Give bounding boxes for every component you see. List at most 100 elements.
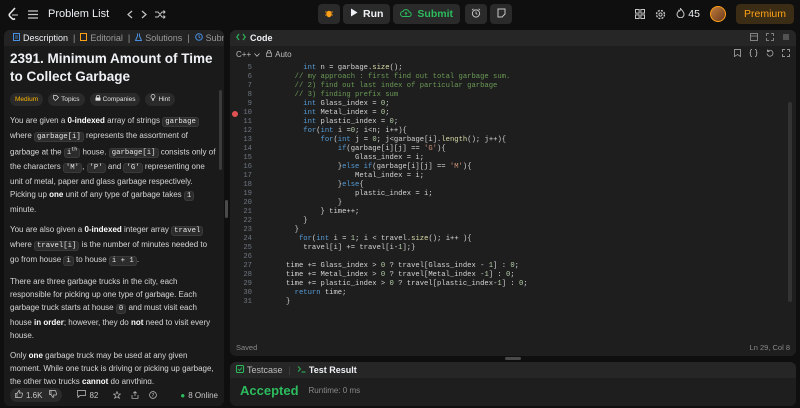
- tab-solutions[interactable]: Solutions: [130, 30, 187, 46]
- formatting-mode[interactable]: Auto: [266, 49, 292, 59]
- timer-button[interactable]: [465, 4, 488, 24]
- tab-testcase[interactable]: Testcase: [236, 365, 283, 375]
- star-icon[interactable]: [113, 391, 122, 399]
- submit-button[interactable]: Submit: [393, 4, 461, 24]
- language-select[interactable]: C++: [236, 50, 260, 59]
- code-header: Code: [230, 30, 796, 46]
- companies-button[interactable]: Companies: [89, 93, 141, 106]
- code-text: time += plastic_index > 0 ? travel[plast…: [286, 280, 528, 288]
- line-number: 31: [243, 298, 252, 306]
- code-line: 6 // my approach : first find out total …: [230, 73, 790, 82]
- save-status: Saved: [236, 342, 258, 352]
- code-tab-label[interactable]: Code: [250, 33, 273, 43]
- problem-list-link[interactable]: Problem List: [48, 8, 109, 20]
- help-icon[interactable]: ?: [149, 391, 158, 399]
- braces-format-icon[interactable]: [749, 49, 758, 59]
- code-text: travel[i] += travel[i-1];}: [286, 244, 416, 252]
- topics-button[interactable]: Topics: [48, 93, 85, 106]
- line-number: 10: [243, 109, 252, 117]
- debug-button[interactable]: [318, 4, 340, 24]
- play-icon: [350, 8, 358, 20]
- line-number: 13: [243, 136, 252, 144]
- code-text: int Glass_index = 0;: [303, 100, 390, 108]
- tab-description[interactable]: Description: [8, 30, 73, 46]
- expand-icon[interactable]: [782, 49, 790, 59]
- layout-icon[interactable]: [750, 33, 758, 43]
- maximize-icon[interactable]: [766, 33, 774, 43]
- thumbs-down-icon[interactable]: [49, 390, 58, 400]
- line-number: 9: [247, 100, 252, 108]
- line-number: 18: [243, 181, 252, 189]
- panel-resize-handle[interactable]: [505, 357, 521, 360]
- line-number: 12: [243, 127, 252, 135]
- comment-count: 82: [89, 390, 99, 400]
- run-button[interactable]: Run: [343, 4, 391, 24]
- like-button[interactable]: 1.6K: [10, 388, 63, 402]
- line-number: 28: [243, 271, 252, 279]
- streak-counter[interactable]: 45: [676, 6, 700, 21]
- code-text: if(garbage[i][j] == 'G'){: [337, 145, 446, 153]
- code-scrollbar[interactable]: [788, 102, 792, 302]
- menu-icon[interactable]: [28, 9, 38, 19]
- like-count: 1.6K: [26, 390, 43, 400]
- bookmark-icon[interactable]: [734, 49, 741, 59]
- premium-button[interactable]: Premium: [735, 4, 794, 24]
- top-bar: Problem List Run Submit 45 Premium: [0, 0, 800, 28]
- code-line: 18 }else{: [230, 181, 790, 190]
- notes-button[interactable]: [490, 4, 513, 24]
- code-text: Glass_index = i;: [286, 154, 425, 162]
- hint-button[interactable]: Hint: [145, 93, 176, 106]
- chevron-right-icon[interactable]: [141, 10, 148, 19]
- share-icon[interactable]: [131, 391, 139, 399]
- code-line: 28 time += Metal_index > 0 ? travel[Metal…: [230, 271, 790, 280]
- streak-count: 45: [688, 8, 700, 20]
- bug-icon: [324, 8, 334, 21]
- line-number: 14: [243, 145, 252, 153]
- shuffle-icon[interactable]: [155, 9, 166, 19]
- comments-button[interactable]: 82: [72, 388, 103, 402]
- tab-test-result[interactable]: Test Result: [297, 365, 357, 375]
- code-line: 12 for(int i =0; i<n; i++){: [230, 127, 790, 136]
- code-text: }: [286, 199, 343, 207]
- history-icon: [194, 33, 203, 43]
- code-line: 15 Glass_index = i;: [230, 154, 790, 163]
- chevron-left-icon[interactable]: [127, 10, 133, 19]
- code-line: 13 for(int j = 0; j<garbage[i].length();…: [230, 136, 790, 145]
- more-options-icon[interactable]: [782, 33, 790, 43]
- code-line: 14 if(garbage[i][j] == 'G'){: [230, 145, 790, 154]
- tab-label: Test Result: [308, 365, 357, 375]
- description-scrollbar[interactable]: [219, 90, 222, 170]
- settings-gear-icon[interactable]: [655, 9, 666, 20]
- code-line: 31}: [230, 298, 790, 307]
- reset-icon[interactable]: [766, 49, 774, 59]
- tab-submissions[interactable]: Submissio: [190, 30, 224, 46]
- lock-icon: [266, 49, 272, 59]
- panel-resize-handle[interactable]: [225, 200, 228, 218]
- tab-label: Editorial: [90, 33, 123, 43]
- code-text: int Metal_index = 0;: [303, 109, 390, 117]
- hint-label: Hint: [158, 96, 171, 103]
- code-text: }else if(garbage[i][j] == 'M'){: [286, 163, 472, 171]
- tab-label: Testcase: [247, 365, 283, 375]
- line-number: 26: [243, 253, 252, 261]
- description-paragraph: You are also given a 0-indexed integer a…: [10, 225, 208, 267]
- code-editor[interactable]: 5 int n = garbage.size(); 6 // my approa…: [230, 64, 796, 340]
- problem-tags: Medium Topics Companies Hint: [10, 93, 218, 106]
- line-number: 15: [243, 154, 252, 162]
- runtime-label: Runtime: 0 ms: [308, 386, 361, 395]
- lightbulb-icon: [150, 93, 156, 106]
- tab-editorial[interactable]: Editorial: [75, 30, 128, 46]
- code-text: }else{: [286, 181, 364, 189]
- code-text: // my approach : first find out total ga…: [294, 73, 511, 81]
- line-number: 23: [243, 226, 252, 234]
- code-line: 30 return time;: [230, 289, 790, 298]
- grid-apps-icon[interactable]: [635, 9, 646, 19]
- leetcode-logo-icon[interactable]: [6, 7, 20, 21]
- problem-description: 2391. Minimum Amount of Time to Collect …: [8, 48, 218, 384]
- description-panel: Description | Editorial | Solutions | Su…: [4, 30, 224, 406]
- topics-label: Topics: [61, 96, 80, 103]
- line-number: 11: [243, 118, 252, 126]
- test-result-body: Accepted Runtime: 0 ms: [230, 378, 796, 403]
- checkbox-icon: [236, 365, 244, 375]
- avatar[interactable]: [709, 6, 726, 22]
